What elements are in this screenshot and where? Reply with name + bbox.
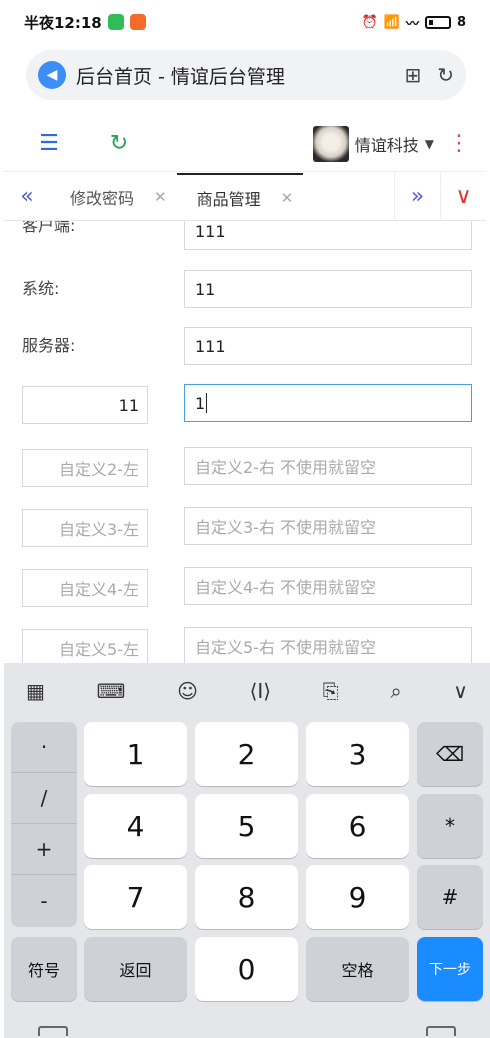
browser-address-bar[interactable]: ◀ 后台首页 - 情谊后台管理 ⊞ ↻	[26, 50, 466, 100]
key-4[interactable]: 4	[84, 794, 187, 858]
custom-5-right-input[interactable]: 自定义5-右 不使用就留空	[184, 627, 472, 663]
custom-2-right-input[interactable]: 自定义2-右 不使用就留空	[184, 447, 472, 485]
chevron-down-icon[interactable]: ∨	[440, 173, 486, 220]
system-input[interactable]: 11	[184, 270, 472, 308]
next-step-key[interactable]: 下一步	[417, 937, 483, 1001]
close-icon[interactable]: ✕	[154, 188, 167, 206]
form-row-system: 系统: 11	[4, 270, 486, 308]
space-key[interactable]: 空格	[306, 937, 409, 1001]
signal-icon: 📶	[383, 14, 400, 30]
cursor-move-icon[interactable]: ⟨I⟩	[250, 679, 272, 703]
user-menu[interactable]: 情谊科技 ▼	[312, 125, 434, 162]
grid-menu-icon[interactable]: ▦	[26, 679, 45, 703]
field-label: 客户端:	[22, 221, 76, 235]
keyboard-toolbar: ▦ ⌨ ☺ ⟨I⟩ ⎘ ⌕ ∨	[4, 663, 490, 719]
battery-icon	[424, 15, 451, 29]
key-9[interactable]: 9	[306, 865, 409, 929]
field-label: 服务器:	[22, 336, 76, 355]
tab-change-password[interactable]: 修改密码 ✕	[50, 173, 177, 220]
back-key[interactable]: 返回	[84, 937, 187, 1001]
close-icon[interactable]: ✕	[281, 189, 294, 207]
text-cursor	[206, 393, 208, 413]
video-notification-icon	[129, 14, 146, 30]
status-bar: 半夜12:18 ⏰ 📶 〰 8	[0, 0, 490, 44]
input-value: 1	[195, 393, 206, 413]
page-title: 后台首页 - 情谊后台管理	[76, 65, 285, 88]
custom-row-2: 自定义2-左 自定义2-右 不使用就留空	[4, 447, 486, 487]
form-row-server: 服务器: 111	[4, 327, 486, 365]
symbol-column: · / + -	[11, 722, 77, 927]
symbol-key[interactable]: /	[11, 773, 77, 824]
form-row-client: 客户端: 111	[4, 221, 486, 250]
menu-toggle-icon[interactable]: ☰	[24, 131, 74, 156]
custom-1-right-input[interactable]: 1	[184, 384, 472, 422]
server-input[interactable]: 111	[184, 327, 472, 365]
star-key[interactable]: *	[417, 794, 483, 858]
symbols-key[interactable]: 符号	[11, 937, 77, 1001]
key-7[interactable]: 7	[84, 865, 187, 929]
alarm-icon: ⏰	[361, 14, 378, 30]
key-1[interactable]: 1	[84, 722, 187, 786]
backspace-icon: ⌫	[435, 742, 465, 766]
client-input[interactable]: 111	[184, 221, 472, 250]
field-label: 系统:	[22, 279, 60, 298]
tabs-scroll-left-icon[interactable]: «	[4, 173, 50, 220]
speaker-icon[interactable]: ◀	[38, 61, 66, 89]
numeric-keyboard: ▦ ⌨ ☺ ⟨I⟩ ⎘ ⌕ ∨ · / + - 1 2 3 ⌫ 4 5 6 * …	[4, 663, 490, 1038]
custom-row-4: 自定义4-左 自定义4-右 不使用就留空	[4, 567, 486, 607]
tab-label: 商品管理	[196, 189, 261, 209]
tab-product-management[interactable]: 商品管理 ✕	[176, 173, 304, 220]
tab-bar: « 修改密码 ✕ 商品管理 ✕ » ∨	[4, 173, 486, 221]
custom-row-3: 自定义3-左 自定义3-右 不使用就留空	[4, 507, 486, 547]
status-time: 半夜12:18	[24, 13, 102, 32]
custom-2-left-input[interactable]: 自定义2-左	[22, 449, 148, 487]
chevron-down-icon: ▼	[424, 136, 434, 151]
wechat-notification-icon	[107, 14, 124, 30]
key-0[interactable]: 0	[195, 937, 298, 1001]
wifi-icon: 〰	[405, 16, 419, 32]
custom-row-5: 自定义5-左 自定义5-右 不使用就留空	[4, 627, 486, 663]
key-2[interactable]: 2	[195, 722, 298, 786]
refresh-icon[interactable]: ↻	[94, 131, 144, 156]
custom-1-left-input[interactable]: 11	[22, 386, 148, 424]
symbol-key[interactable]: ·	[11, 722, 77, 773]
custom-4-left-input[interactable]: 自定义4-左	[22, 569, 148, 607]
app-header: ☰ ↻ 情谊科技 ▼ ⋮	[4, 116, 486, 172]
key-3[interactable]: 3	[306, 722, 409, 786]
key-8[interactable]: 8	[195, 865, 298, 929]
emoji-icon[interactable]: ☺	[177, 679, 198, 703]
hide-keyboard-icon[interactable]: ∨	[453, 679, 468, 703]
keyboard-icon[interactable]: ⌨	[97, 679, 126, 703]
clipboard-panel-icon[interactable]	[426, 1026, 456, 1036]
search-icon[interactable]: ⌕	[390, 679, 401, 703]
backspace-key[interactable]: ⌫	[417, 722, 483, 786]
keyboard-switch-icon[interactable]	[38, 1026, 68, 1036]
battery-level: 8	[456, 14, 466, 30]
avatar	[312, 125, 349, 162]
tabs-scroll-right-icon[interactable]: »	[394, 173, 440, 220]
key-5[interactable]: 5	[195, 794, 298, 858]
custom-row-1: 11 1	[4, 384, 486, 424]
clipboard-icon[interactable]: ⎘	[323, 679, 339, 703]
symbol-key[interactable]: -	[11, 875, 77, 926]
user-name: 情谊科技	[354, 135, 419, 155]
more-vertical-icon[interactable]: ⋮	[448, 131, 470, 156]
add-bookmark-icon[interactable]: ⊞	[404, 63, 421, 87]
reload-icon[interactable]: ↻	[437, 63, 454, 87]
custom-4-right-input[interactable]: 自定义4-右 不使用就留空	[184, 567, 472, 605]
tab-label: 修改密码	[70, 188, 135, 208]
symbol-key[interactable]: +	[11, 824, 77, 875]
product-form: 客户端: 111 系统: 11 服务器: 111 11 1 自定义2-左 自定义…	[4, 221, 486, 663]
hash-key[interactable]: #	[417, 865, 483, 929]
custom-3-left-input[interactable]: 自定义3-左	[22, 509, 148, 547]
custom-3-right-input[interactable]: 自定义3-右 不使用就留空	[184, 507, 472, 545]
custom-5-left-input[interactable]: 自定义5-左	[22, 629, 148, 663]
key-6[interactable]: 6	[306, 794, 409, 858]
